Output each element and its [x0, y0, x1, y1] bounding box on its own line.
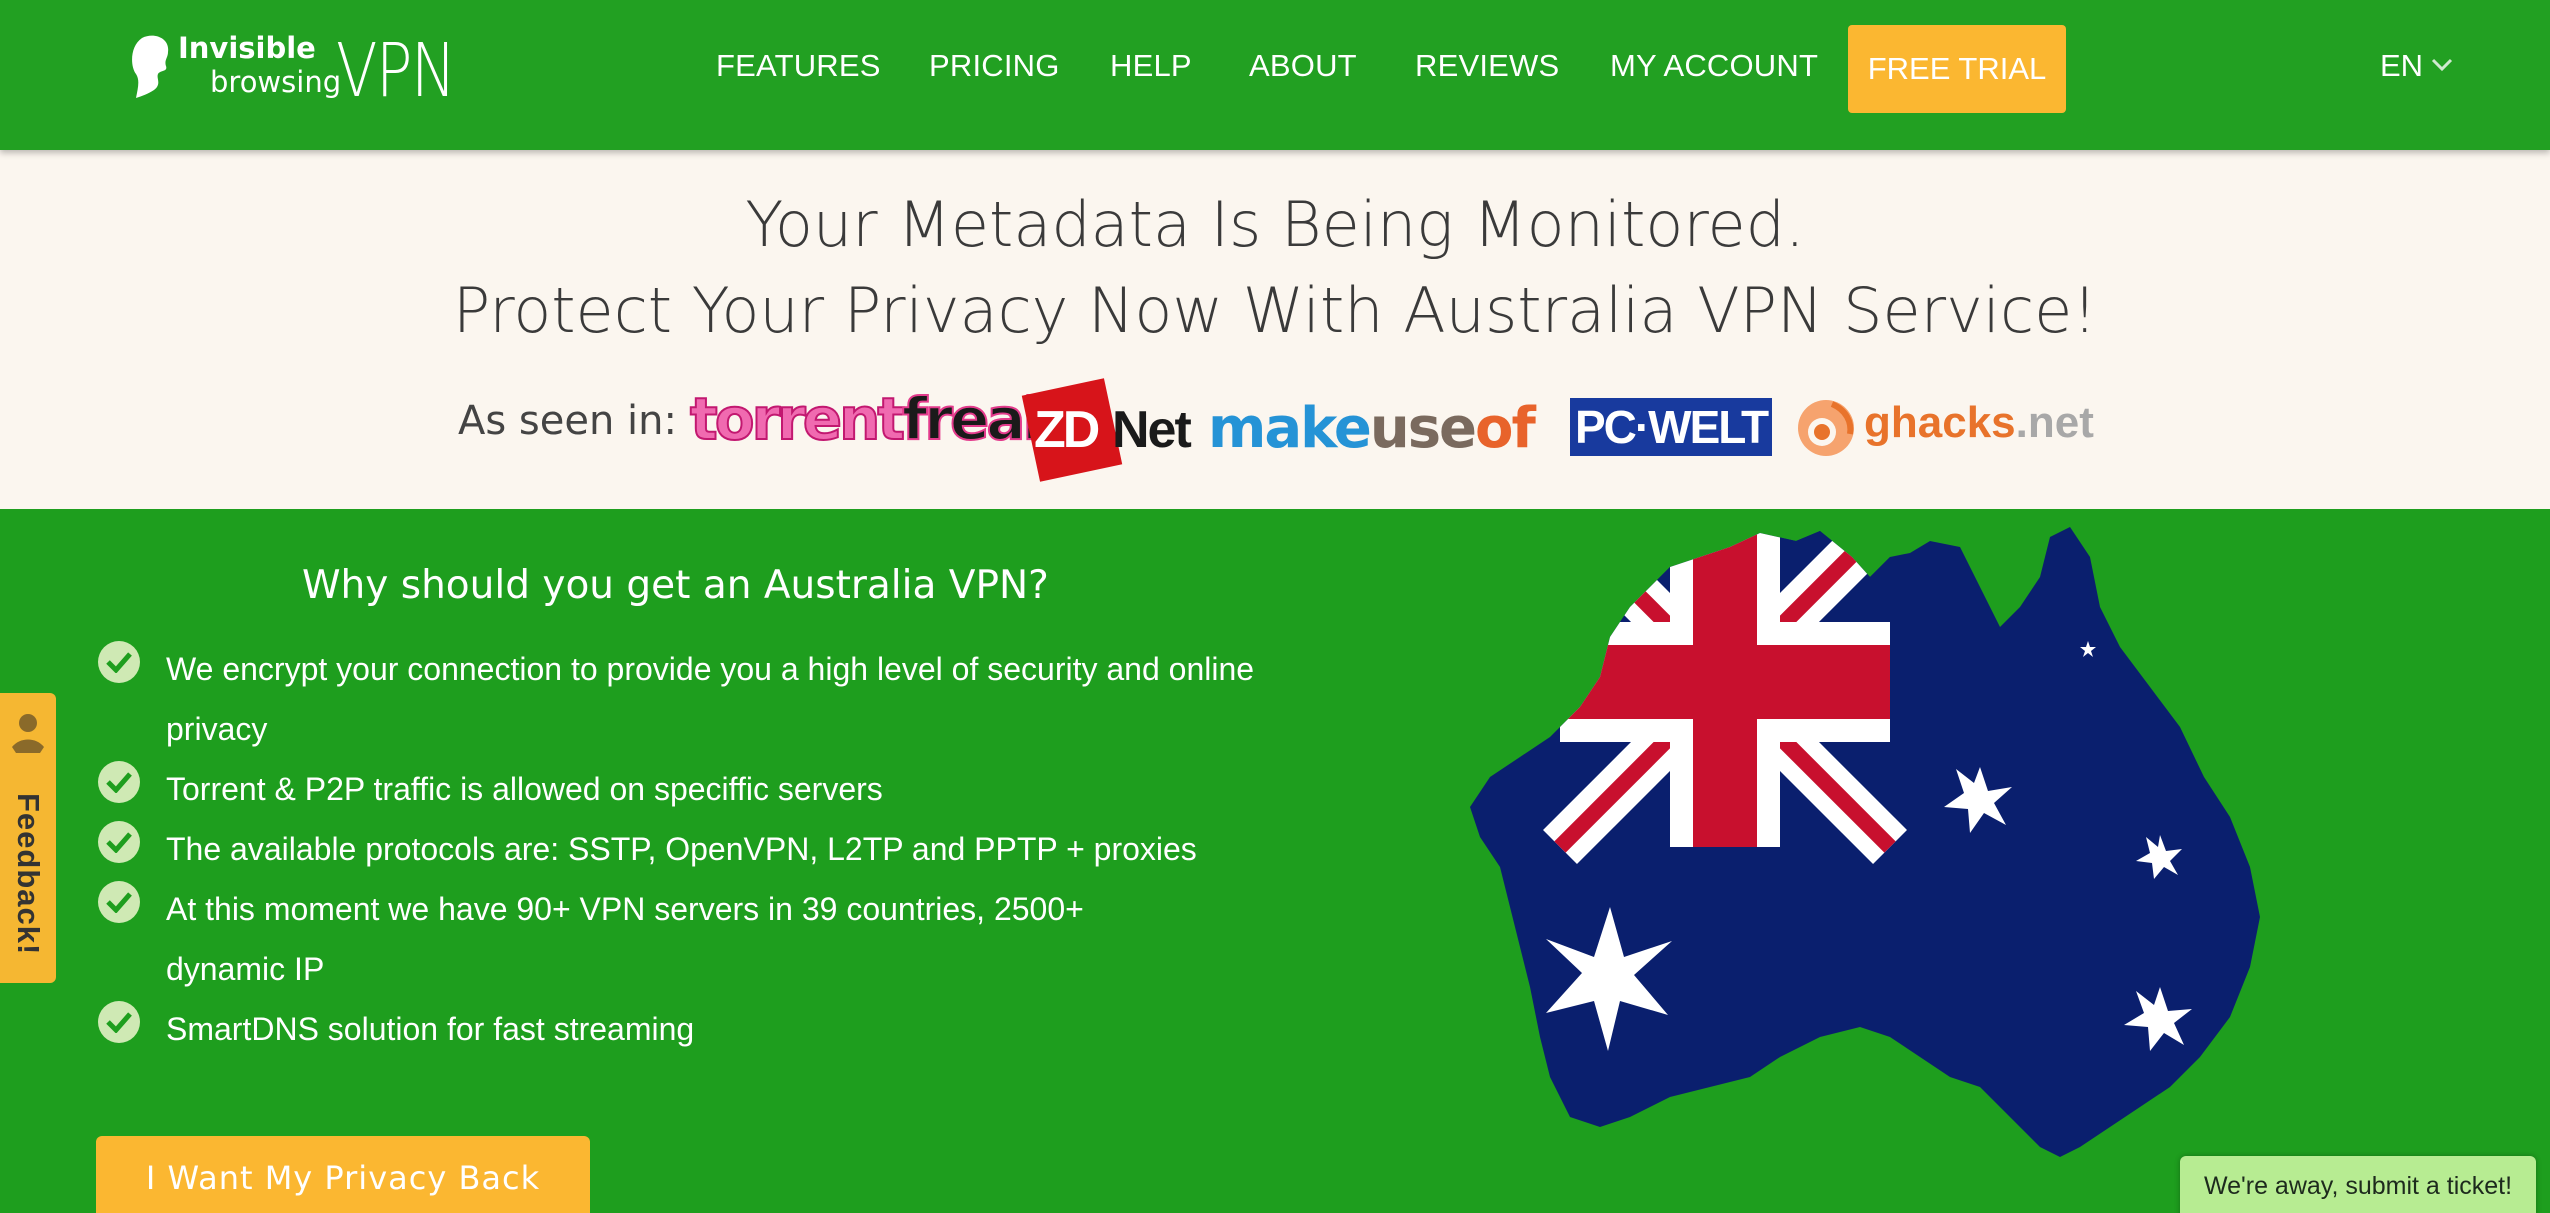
nav-about[interactable]: ABOUT — [1249, 48, 1357, 84]
zdnet-logo-net: Net — [1112, 401, 1192, 459]
feature-text: Torrent & P2P traffic is allowed on spec… — [166, 771, 883, 807]
nav-help[interactable]: HELP — [1110, 48, 1192, 84]
ghacks-logo: ghacks.net — [1864, 398, 2094, 447]
privacy-cta-button[interactable]: I Want My Privacy Back — [96, 1136, 590, 1213]
free-trial-button[interactable]: FREE TRIAL — [1848, 25, 2066, 113]
logo-line2: browsing — [210, 65, 342, 99]
feature-text: At this moment we have 90+ VPN servers i… — [166, 891, 1084, 987]
pcwelt-logo: PC·WELT — [1570, 398, 1772, 456]
feature-text: We encrypt your connection to provide yo… — [166, 651, 1255, 747]
hero-headline-2: Protect Your Privacy Now With Australia … — [452, 274, 2098, 347]
features-section: Why should you get an Australia VPN? We … — [0, 509, 2550, 1213]
chat-ticket-button[interactable]: We're away, submit a ticket! — [2180, 1156, 2536, 1213]
feature-text: SmartDNS solution for fast streaming — [166, 1011, 695, 1047]
top-navbar: Invisible browsing VPN FEATURES PRICING … — [0, 0, 2550, 150]
language-selector[interactable]: EN — [2380, 48, 2423, 84]
check-icon — [98, 761, 140, 803]
hero-banner: Your Metadata Is Being Monitored. Protec… — [0, 150, 2550, 509]
makeuseof-logo: makeuseof — [1208, 396, 1536, 461]
feedback-tab[interactable]: Feedback! — [0, 693, 56, 983]
check-icon — [98, 641, 140, 683]
site-logo[interactable]: Invisible browsing VPN — [128, 28, 458, 114]
hero-headline-1: Your Metadata Is Being Monitored. — [745, 188, 1805, 261]
feedback-label: Feedback! — [11, 793, 46, 956]
check-icon — [98, 1001, 140, 1043]
chevron-down-icon[interactable] — [2430, 56, 2454, 74]
nav-my-account[interactable]: MY ACCOUNT — [1610, 48, 1818, 84]
silhouette-head-icon — [132, 35, 169, 98]
torrentfreak-logo: torrentfreak — [689, 384, 1062, 454]
australia-flag-map-image — [1470, 527, 2260, 1157]
nav-reviews[interactable]: REVIEWS — [1415, 48, 1559, 84]
check-icon — [98, 881, 140, 923]
feedback-megaphone-icon — [12, 714, 44, 753]
logo-line1: Invisible — [178, 31, 316, 65]
nav-features[interactable]: FEATURES — [716, 48, 881, 84]
feature-text: The available protocols are: SSTP, OpenV… — [166, 831, 1197, 867]
zdnet-logo-zd: ZD — [1034, 401, 1100, 459]
logo-vpn: VPN — [336, 28, 456, 114]
section-heading: Why should you get an Australia VPN? — [302, 563, 1049, 608]
ghacks-logo-icon — [1798, 400, 1854, 456]
check-icon — [98, 821, 140, 863]
as-seen-in-label: As seen in: — [458, 398, 677, 444]
nav-pricing[interactable]: PRICING — [929, 48, 1060, 84]
